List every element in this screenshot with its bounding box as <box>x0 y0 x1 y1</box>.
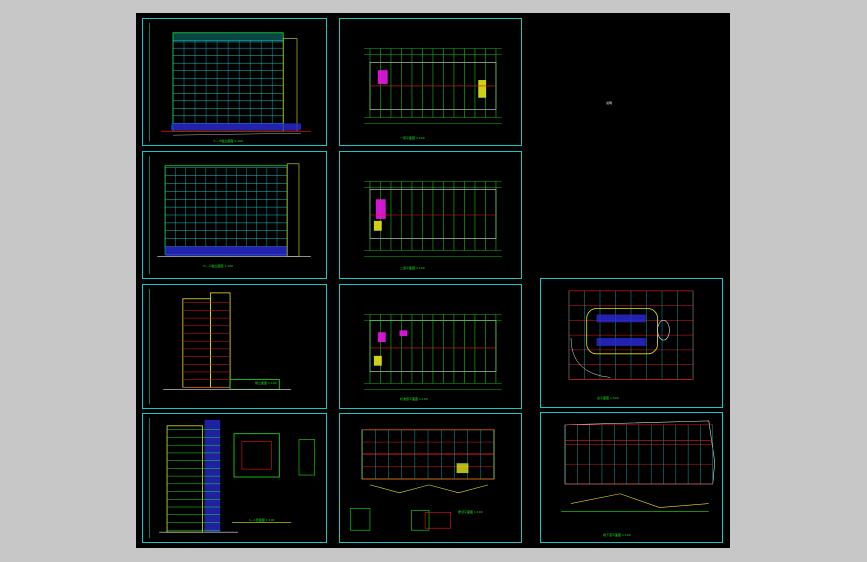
floor-plan-2-drawing <box>364 181 502 257</box>
sheet-caption: 总平面图 1:500 <box>597 396 619 400</box>
rear-elevation-drawing <box>149 155 311 275</box>
site-plan-drawing <box>568 290 694 380</box>
sheet-roof-plan[interactable]: 屋顶平面图 1:100 <box>339 413 522 543</box>
sheet-caption: 侧立面图 1:100 <box>255 381 277 385</box>
basement-plan-drawing <box>561 420 716 512</box>
sheet-caption: 二层平面图 1:100 <box>400 266 425 270</box>
cad-drawing-canvas[interactable]: ①—⑩轴立面图 1:100 ⑩—①轴立面图 1:100 侧立面图 1:100 1… <box>136 13 730 548</box>
sheet-side-elevation[interactable]: 侧立面图 1:100 <box>142 284 327 409</box>
sheet-floor-plan-2[interactable]: 二层平面图 1:100 <box>339 151 522 279</box>
sheet-floor-plan-1[interactable]: 一层平面图 1:100 <box>339 18 522 146</box>
sheet-rear-elevation[interactable]: ⑩—①轴立面图 1:100 <box>142 151 327 279</box>
sheet-front-elevation[interactable]: ①—⑩轴立面图 1:100 <box>142 18 327 146</box>
sheet-floor-plan-3[interactable]: 标准层平面图 1:100 <box>339 284 522 409</box>
sheet-caption: ⑩—①轴立面图 1:100 <box>203 264 233 268</box>
sheet-caption: 屋顶平面图 1:100 <box>458 510 483 514</box>
sheet-section[interactable]: 1—1剖面图 1:100 <box>142 413 327 543</box>
sheet-caption: 一层平面图 1:100 <box>400 136 425 140</box>
section-drawing <box>149 417 316 539</box>
sheet-caption: 地下室平面图 1:100 <box>603 533 631 537</box>
floor-plan-1-drawing <box>364 48 502 124</box>
roof-plan-drawing <box>349 429 495 531</box>
sheet-caption: ①—⑩轴立面图 1:100 <box>213 139 243 143</box>
sheet-site-plan[interactable]: 总平面图 1:500 <box>540 278 723 408</box>
front-elevation-drawing <box>149 22 311 142</box>
sheet-caption: 标准层平面图 1:100 <box>400 397 428 401</box>
floor-plan-3-drawing <box>364 314 502 390</box>
note-text: 说明 <box>606 101 613 105</box>
sheet-caption: 1—1剖面图 1:100 <box>249 518 275 522</box>
side-elevation-drawing <box>149 288 292 405</box>
sheet-basement-plan[interactable]: 地下室平面图 1:100 <box>540 412 723 543</box>
